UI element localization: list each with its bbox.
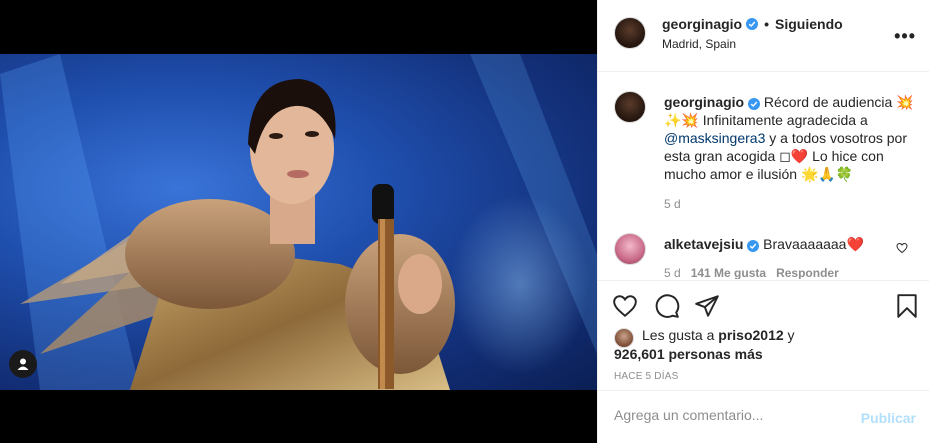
post-caption: georginagio Récord de audiencia 💥✨💥 Infi…: [664, 93, 914, 183]
comment-input[interactable]: [614, 407, 844, 423]
comment-username[interactable]: alketavejsiu: [664, 236, 743, 252]
liker-avatar[interactable]: [614, 328, 634, 348]
follow-button[interactable]: Siguiendo: [775, 16, 843, 32]
comment-likes[interactable]: 141 Me gusta: [691, 266, 766, 279]
header-separator: •: [764, 16, 770, 32]
caption-time[interactable]: 5 d: [664, 197, 681, 211]
comment-text: Bravaaaaaaa❤️: [763, 236, 864, 252]
likes-summary: Les gusta a priso2012 y 926,601 personas…: [614, 326, 795, 364]
photo-illustration: [0, 54, 597, 390]
post-timestamp[interactable]: HACE 5 DÍAS: [614, 371, 678, 382]
reply-button[interactable]: Responder: [776, 266, 839, 279]
liker-username[interactable]: priso2012: [718, 327, 783, 343]
user-tag-icon: [17, 358, 29, 370]
verified-icon: [746, 18, 759, 30]
comment-like-heart-icon[interactable]: [896, 242, 908, 254]
post-panel: georginagio • Siguiendo Madrid, Spain ••…: [597, 0, 929, 443]
add-comment-bar: Publicar: [598, 390, 929, 443]
caption-username[interactable]: georginagio: [664, 94, 744, 110]
more-icon[interactable]: •••: [894, 26, 916, 47]
post-actions: Les gusta a priso2012 y 926,601 personas…: [598, 280, 929, 390]
likes-conj: y: [783, 327, 795, 343]
author-username[interactable]: georginagio: [662, 16, 742, 32]
author-avatar[interactable]: [614, 17, 646, 49]
share-icon[interactable]: [694, 293, 720, 319]
comment-item: alketavejsiu Bravaaaaaaa❤️: [664, 236, 864, 253]
verified-icon: [748, 98, 761, 110]
heart-icon[interactable]: [612, 293, 638, 319]
comment-icon[interactable]: [654, 293, 680, 319]
comments-list[interactable]: georginagio Récord de audiencia 💥✨💥 Infi…: [598, 73, 929, 279]
commenter-avatar[interactable]: [614, 233, 646, 265]
publish-button[interactable]: Publicar: [861, 410, 916, 426]
caption-mention[interactable]: @masksingera3: [664, 130, 765, 146]
post-location[interactable]: Madrid, Spain: [662, 37, 736, 51]
post-header: georginagio • Siguiendo Madrid, Spain ••…: [598, 0, 929, 72]
post-media: [0, 0, 597, 443]
verified-icon: [747, 240, 760, 252]
post-photo[interactable]: [0, 54, 597, 390]
caption-avatar[interactable]: [614, 91, 646, 123]
comment-meta: 5 d 141 Me gusta Responder: [664, 266, 839, 279]
user-tag-button[interactable]: [9, 350, 37, 378]
comment-time[interactable]: 5 d: [664, 266, 681, 279]
likes-prefix: Les gusta a: [642, 327, 719, 343]
bookmark-icon[interactable]: [894, 293, 920, 319]
likes-count[interactable]: 926,601 personas más: [614, 346, 763, 362]
author-line: georginagio • Siguiendo: [662, 16, 843, 32]
